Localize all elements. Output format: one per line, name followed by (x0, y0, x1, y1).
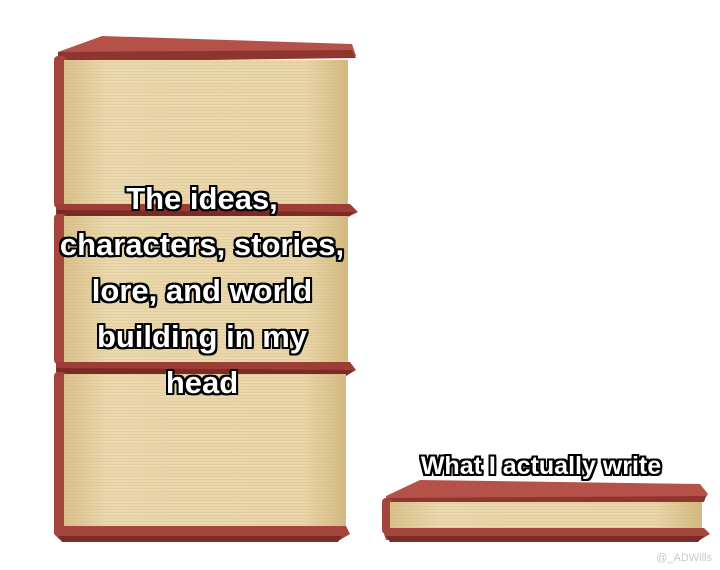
meme-canvas: The ideas, characters, stories, lore, an… (0, 0, 720, 570)
watermark: @_ADWills (656, 552, 712, 564)
big-stack-caption: The ideas, characters, stories, lore, an… (59, 181, 345, 400)
thin-book-caption: What I actually write (420, 452, 662, 480)
thin-book (382, 480, 710, 542)
